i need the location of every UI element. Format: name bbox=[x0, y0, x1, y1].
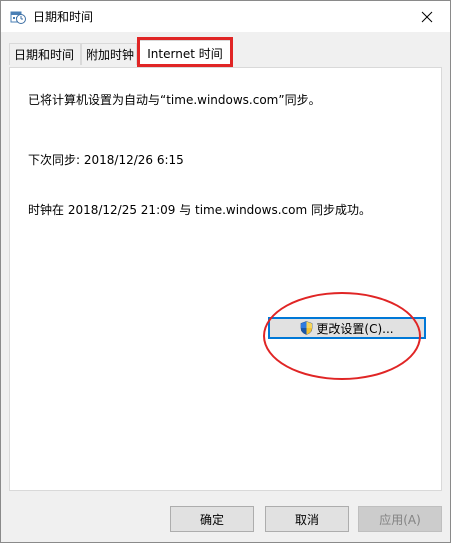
uac-shield-icon bbox=[301, 321, 313, 335]
close-button[interactable] bbox=[404, 1, 450, 32]
ok-button[interactable]: 确定 bbox=[170, 506, 254, 532]
tab-date-time[interactable]: 日期和时间 bbox=[9, 43, 81, 65]
change-settings-button[interactable]: 更改设置(C)... bbox=[268, 317, 426, 339]
title-bar: 日期和时间 bbox=[1, 1, 450, 32]
clock-calendar-icon bbox=[10, 11, 26, 24]
next-sync-text: 下次同步: 2018/12/26 6:15 bbox=[28, 153, 184, 167]
date-time-dialog: 日期和时间 日期和时间 附加时钟 Internet 时间 已将计算机设置为自动与… bbox=[0, 0, 451, 543]
last-sync-text: 时钟在 2018/12/25 21:09 与 time.windows.com … bbox=[28, 203, 371, 217]
close-icon bbox=[421, 11, 433, 22]
sync-config-text: 已将计算机设置为自动与“time.windows.com”同步。 bbox=[28, 93, 321, 107]
apply-button[interactable]: 应用(A) bbox=[358, 506, 442, 532]
tab-internet-time[interactable]: Internet 时间 bbox=[137, 40, 233, 67]
tab-additional-clocks[interactable]: 附加时钟 bbox=[81, 43, 137, 65]
change-settings-label: 更改设置(C)... bbox=[316, 321, 394, 336]
cancel-button[interactable]: 取消 bbox=[265, 506, 349, 532]
window-title: 日期和时间 bbox=[33, 10, 94, 24]
internet-time-panel: 已将计算机设置为自动与“time.windows.com”同步。 下次同步: 2… bbox=[9, 67, 442, 491]
